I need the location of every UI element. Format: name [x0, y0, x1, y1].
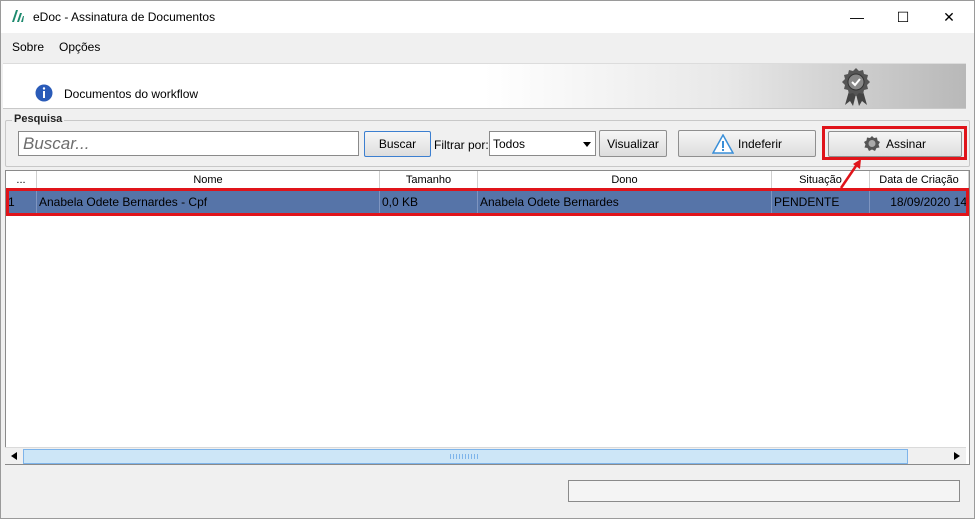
scroll-thumb[interactable]: [23, 449, 908, 464]
close-button[interactable]: ✕: [926, 1, 972, 33]
app-window: eDoc - Assinatura de Documentos — ☐ ✕ So…: [0, 0, 975, 519]
view-button[interactable]: Visualizar: [599, 130, 667, 157]
menu-opcoes[interactable]: Opções: [59, 40, 100, 54]
menu-bar: Sobre Opções: [1, 33, 974, 61]
filter-label: Filtrar por:: [434, 138, 489, 152]
workflow-banner: Documentos do workflow: [3, 63, 966, 109]
column-header-size[interactable]: Tamanho: [380, 171, 478, 189]
close-icon: ✕: [943, 8, 955, 25]
chevron-left-icon: [11, 452, 17, 460]
column-header-index[interactable]: ...: [6, 171, 37, 189]
minimize-button[interactable]: —: [834, 1, 880, 33]
search-button-label: Buscar: [378, 137, 417, 151]
title-bar: eDoc - Assinatura de Documentos — ☐ ✕: [1, 1, 974, 33]
filter-select-value: Todos: [493, 136, 526, 151]
warning-icon: [711, 133, 734, 154]
scroll-grip-icon: [450, 454, 480, 459]
column-header-owner[interactable]: Dono: [478, 171, 772, 189]
certificate-badge-icon: [839, 67, 873, 110]
column-header-created[interactable]: Data de Criação: [870, 171, 969, 189]
selected-row-highlight: [6, 188, 969, 216]
app-logo-icon: [11, 9, 25, 26]
chevron-right-icon: [954, 452, 960, 460]
annotation-arrow-icon: [839, 159, 861, 189]
view-button-label: Visualizar: [607, 136, 659, 151]
banner-title: Documentos do workflow: [64, 87, 199, 101]
chevron-down-icon: [583, 142, 591, 147]
window-title: eDoc - Assinatura de Documentos: [33, 10, 216, 24]
maximize-button[interactable]: ☐: [880, 1, 926, 33]
scroll-left-button[interactable]: [6, 449, 22, 463]
menu-sobre[interactable]: Sobre: [12, 40, 44, 54]
minimize-icon: —: [850, 9, 864, 25]
search-group-label: Pesquisa: [12, 113, 65, 125]
search-input[interactable]: Buscar...: [18, 131, 359, 156]
search-button[interactable]: Buscar: [364, 131, 431, 157]
horizontal-scrollbar[interactable]: [5, 447, 966, 464]
maximize-icon: ☐: [896, 8, 910, 25]
scroll-right-button[interactable]: [949, 449, 965, 463]
column-header-name[interactable]: Nome: [37, 171, 380, 189]
progress-bar: [568, 480, 960, 502]
info-icon: [35, 84, 53, 105]
sign-button-highlight: [822, 126, 967, 160]
filter-select[interactable]: Todos: [489, 131, 596, 156]
reject-button[interactable]: Indeferir: [678, 130, 816, 157]
reject-button-label: Indeferir: [737, 136, 783, 151]
